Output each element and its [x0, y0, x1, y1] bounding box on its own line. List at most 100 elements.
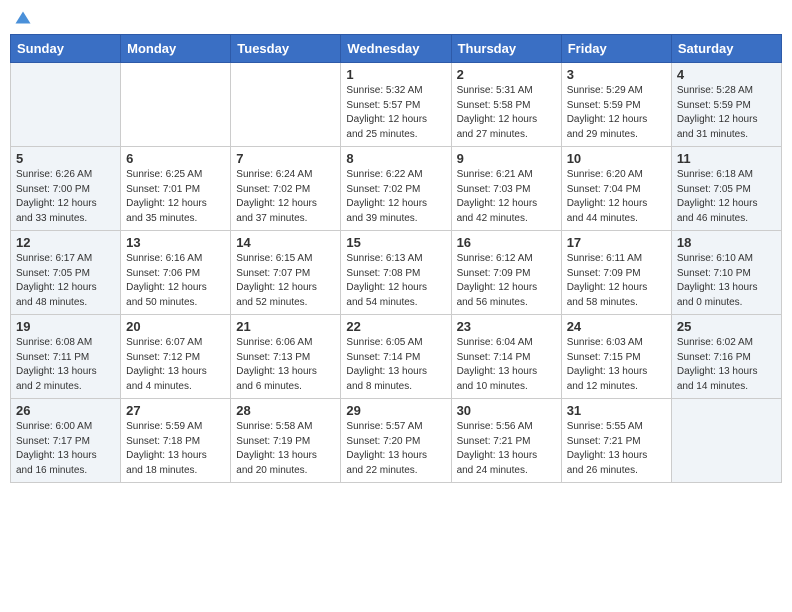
cell-info: Sunrise: 6:08 AM Sunset: 7:11 PM Dayligh… — [16, 336, 115, 394]
cell-info: Sunrise: 6:12 AM Sunset: 7:09 PM Dayligh… — [457, 252, 556, 310]
date-number: 11 — [677, 151, 776, 166]
date-number: 28 — [236, 403, 335, 418]
date-number: 2 — [457, 67, 556, 82]
day-header-wednesday: Wednesday — [341, 35, 451, 63]
calendar-cell: 2 Sunrise: 5:31 AM Sunset: 5:58 PM Daylig… — [451, 63, 561, 147]
date-number: 22 — [346, 319, 445, 334]
calendar-cell: 20 Sunrise: 6:07 AM Sunset: 7:12 PM Dayli… — [121, 315, 231, 399]
date-number: 19 — [16, 319, 115, 334]
cell-info: Sunrise: 5:56 AM Sunset: 7:21 PM Dayligh… — [457, 420, 556, 478]
cell-info: Sunrise: 5:55 AM Sunset: 7:21 PM Dayligh… — [567, 420, 666, 478]
date-number: 30 — [457, 403, 556, 418]
cell-info: Sunrise: 6:18 AM Sunset: 7:05 PM Dayligh… — [677, 168, 776, 226]
calendar-cell: 5Sunrise: 6:26 AM Sunset: 7:00 PM Daylig… — [11, 147, 121, 231]
calendar-cell — [231, 63, 341, 147]
calendar-cell: 10 Sunrise: 6:20 AM Sunset: 7:04 PM Dayli… — [561, 147, 671, 231]
cell-info: Sunrise: 5:32 AM Sunset: 5:57 PM Dayligh… — [346, 84, 445, 142]
calendar-cell: 25 Sunrise: 6:02 AM Sunset: 7:16 PM Dayli… — [671, 315, 781, 399]
date-number: 16 — [457, 235, 556, 250]
calendar-cell: 13 Sunrise: 6:16 AM Sunset: 7:06 PM Dayli… — [121, 231, 231, 315]
calendar-cell: 7 Sunrise: 6:24 AM Sunset: 7:02 PM Daylig… — [231, 147, 341, 231]
calendar-cell: 4 Sunrise: 5:28 AM Sunset: 5:59 PM Daylig… — [671, 63, 781, 147]
cell-info: Sunrise: 6:15 AM Sunset: 7:07 PM Dayligh… — [236, 252, 335, 310]
date-number: 6 — [126, 151, 225, 166]
calendar-cell: 11 Sunrise: 6:18 AM Sunset: 7:05 PM Dayli… — [671, 147, 781, 231]
calendar-cell: 22Sunrise: 6:05 AM Sunset: 7:14 PM Dayli… — [341, 315, 451, 399]
cell-info: Sunrise: 5:59 AM Sunset: 7:18 PM Dayligh… — [126, 420, 225, 478]
calendar-cell: 12Sunrise: 6:17 AM Sunset: 7:05 PM Dayli… — [11, 231, 121, 315]
date-number: 8 — [346, 151, 445, 166]
cell-info: Sunrise: 6:07 AM Sunset: 7:12 PM Dayligh… — [126, 336, 225, 394]
date-number: 14 — [236, 235, 335, 250]
cell-info: Sunrise: 5:57 AM Sunset: 7:20 PM Dayligh… — [346, 420, 445, 478]
calendar-cell — [121, 63, 231, 147]
cell-info: Sunrise: 6:22 AM Sunset: 7:02 PM Dayligh… — [346, 168, 445, 226]
page-header — [10, 10, 782, 28]
calendar-table: SundayMondayTuesdayWednesdayThursdayFrid… — [10, 34, 782, 483]
calendar-cell: 26 Sunrise: 6:00 AM Sunset: 7:17 PM Dayli… — [11, 399, 121, 483]
date-number: 25 — [677, 319, 776, 334]
calendar-cell: 1 Sunrise: 5:32 AM Sunset: 5:57 PM Daylig… — [341, 63, 451, 147]
date-number: 23 — [457, 319, 556, 334]
date-number: 5 — [16, 151, 115, 166]
calendar-cell: 21 Sunrise: 6:06 AM Sunset: 7:13 PM Dayli… — [231, 315, 341, 399]
calendar-cell: 29 Sunrise: 5:57 AM Sunset: 7:20 PM Dayli… — [341, 399, 451, 483]
calendar-cell: 24 Sunrise: 6:03 AM Sunset: 7:15 PM Dayli… — [561, 315, 671, 399]
cell-info: Sunrise: 6:25 AM Sunset: 7:01 PM Dayligh… — [126, 168, 225, 226]
date-number: 4 — [677, 67, 776, 82]
calendar-cell: 27 Sunrise: 5:59 AM Sunset: 7:18 PM Dayli… — [121, 399, 231, 483]
calendar-cell: 17 Sunrise: 6:11 AM Sunset: 7:09 PM Dayli… — [561, 231, 671, 315]
date-number: 13 — [126, 235, 225, 250]
cell-info: Sunrise: 5:29 AM Sunset: 5:59 PM Dayligh… — [567, 84, 666, 142]
day-header-tuesday: Tuesday — [231, 35, 341, 63]
calendar-cell: 18 Sunrise: 6:10 AM Sunset: 7:10 PM Dayli… — [671, 231, 781, 315]
cell-info: Sunrise: 6:16 AM Sunset: 7:06 PM Dayligh… — [126, 252, 225, 310]
calendar-cell: 8 Sunrise: 6:22 AM Sunset: 7:02 PM Daylig… — [341, 147, 451, 231]
date-number: 18 — [677, 235, 776, 250]
cell-info: Sunrise: 6:02 AM Sunset: 7:16 PM Dayligh… — [677, 336, 776, 394]
cell-info: Sunrise: 6:06 AM Sunset: 7:13 PM Dayligh… — [236, 336, 335, 394]
cell-info: Sunrise: 6:04 AM Sunset: 7:14 PM Dayligh… — [457, 336, 556, 394]
day-header-thursday: Thursday — [451, 35, 561, 63]
cell-info: Sunrise: 6:13 AM Sunset: 7:08 PM Dayligh… — [346, 252, 445, 310]
cell-info: Sunrise: 5:31 AM Sunset: 5:58 PM Dayligh… — [457, 84, 556, 142]
date-number: 24 — [567, 319, 666, 334]
calendar-cell: 30 Sunrise: 5:56 AM Sunset: 7:21 PM Dayli… — [451, 399, 561, 483]
calendar-cell: 16 Sunrise: 6:12 AM Sunset: 7:09 PM Dayli… — [451, 231, 561, 315]
cell-info: Sunrise: 6:00 AM Sunset: 7:17 PM Dayligh… — [16, 420, 115, 478]
calendar-cell: 15 Sunrise: 6:13 AM Sunset: 7:08 PM Dayli… — [341, 231, 451, 315]
date-number: 15 — [346, 235, 445, 250]
date-number: 1 — [346, 67, 445, 82]
day-header-monday: Monday — [121, 35, 231, 63]
cell-info: Sunrise: 6:11 AM Sunset: 7:09 PM Dayligh… — [567, 252, 666, 310]
cell-info: Sunrise: 6:20 AM Sunset: 7:04 PM Dayligh… — [567, 168, 666, 226]
cell-info: Sunrise: 6:17 AM Sunset: 7:05 PM Dayligh… — [16, 252, 115, 310]
calendar-cell — [671, 399, 781, 483]
date-number: 31 — [567, 403, 666, 418]
calendar-cell: 28 Sunrise: 5:58 AM Sunset: 7:19 PM Dayli… — [231, 399, 341, 483]
date-number: 17 — [567, 235, 666, 250]
date-number: 26 — [16, 403, 115, 418]
cell-info: Sunrise: 6:24 AM Sunset: 7:02 PM Dayligh… — [236, 168, 335, 226]
calendar-cell: 9 Sunrise: 6:21 AM Sunset: 7:03 PM Daylig… — [451, 147, 561, 231]
date-number: 10 — [567, 151, 666, 166]
cell-info: Sunrise: 5:28 AM Sunset: 5:59 PM Dayligh… — [677, 84, 776, 142]
date-number: 9 — [457, 151, 556, 166]
date-number: 20 — [126, 319, 225, 334]
day-header-saturday: Saturday — [671, 35, 781, 63]
date-number: 27 — [126, 403, 225, 418]
date-number: 29 — [346, 403, 445, 418]
date-number: 7 — [236, 151, 335, 166]
calendar-cell: 3Sunrise: 5:29 AM Sunset: 5:59 PM Daylig… — [561, 63, 671, 147]
generalblue-icon — [14, 10, 32, 28]
calendar-cell: 31 Sunrise: 5:55 AM Sunset: 7:21 PM Dayli… — [561, 399, 671, 483]
cell-info: Sunrise: 6:03 AM Sunset: 7:15 PM Dayligh… — [567, 336, 666, 394]
cell-info: Sunrise: 6:10 AM Sunset: 7:10 PM Dayligh… — [677, 252, 776, 310]
calendar-cell: 19 Sunrise: 6:08 AM Sunset: 7:11 PM Dayli… — [11, 315, 121, 399]
date-number: 21 — [236, 319, 335, 334]
cell-info: Sunrise: 5:58 AM Sunset: 7:19 PM Dayligh… — [236, 420, 335, 478]
day-header-sunday: Sunday — [11, 35, 121, 63]
cell-info: Sunrise: 6:21 AM Sunset: 7:03 PM Dayligh… — [457, 168, 556, 226]
calendar-cell: 23 Sunrise: 6:04 AM Sunset: 7:14 PM Dayli… — [451, 315, 561, 399]
calendar-cell: 14 Sunrise: 6:15 AM Sunset: 7:07 PM Dayli… — [231, 231, 341, 315]
